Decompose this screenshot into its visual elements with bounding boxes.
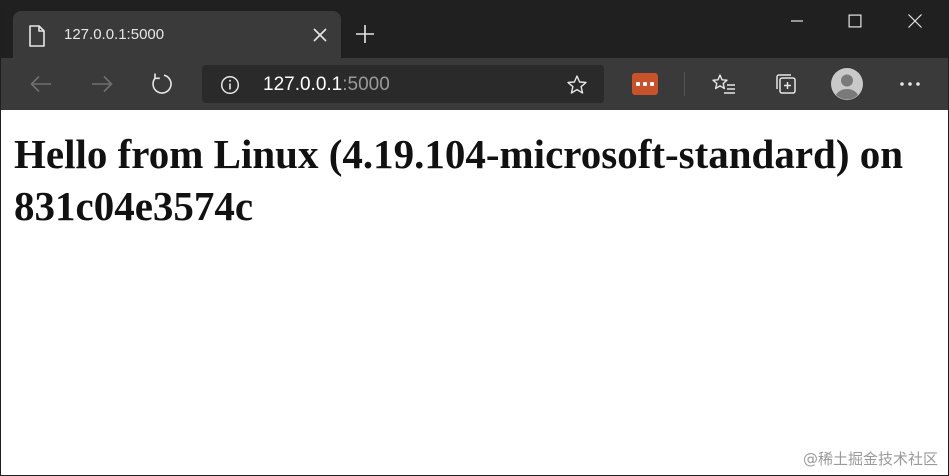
more-icon: [900, 82, 920, 86]
info-icon[interactable]: [220, 75, 240, 95]
refresh-icon: [152, 73, 172, 94]
back-button[interactable]: [27, 70, 55, 98]
extension-icon: [636, 82, 654, 86]
tab-close-icon[interactable]: [312, 27, 328, 43]
page-content: Hello from Linux (4.19.104-microsoft-sta…: [1, 110, 948, 475]
browser-toolbar: 127.0.0.1:5000: [1, 58, 948, 110]
browser-window: 127.0.0.1:5000 127.0.0.1:5000 Hello from…: [0, 0, 949, 476]
star-icon[interactable]: [566, 74, 588, 96]
more-button[interactable]: [896, 70, 924, 98]
url-text[interactable]: 127.0.0.1:5000: [263, 74, 390, 96]
collections-icon: [776, 74, 796, 94]
watermark-text: @稀土掘金技术社区: [802, 450, 938, 468]
close-window-button[interactable]: [890, 1, 940, 41]
favorites-list-icon: [712, 74, 735, 94]
title-bar: 127.0.0.1:5000: [1, 1, 948, 58]
extension-button[interactable]: [632, 73, 658, 95]
maximize-button[interactable]: [830, 1, 880, 41]
profile-button[interactable]: [830, 67, 864, 101]
forward-button[interactable]: [88, 70, 116, 98]
avatar-icon: [831, 68, 863, 100]
tab-title: 127.0.0.1:5000: [64, 26, 165, 43]
minimize-button[interactable]: [772, 1, 822, 41]
refresh-button[interactable]: [148, 70, 176, 98]
url-host: 127.0.0.1: [263, 74, 343, 95]
forward-arrow-icon: [92, 75, 113, 93]
url-port: :5000: [342, 74, 390, 95]
page-icon: [29, 25, 45, 47]
address-bar[interactable]: 127.0.0.1:5000: [202, 65, 604, 103]
back-arrow-icon: [30, 75, 51, 93]
collections-button[interactable]: [772, 70, 800, 98]
page-heading: Hello from Linux (4.19.104-microsoft-sta…: [14, 131, 904, 229]
close-icon: [908, 14, 922, 28]
maximize-icon: [848, 14, 862, 28]
new-tab-plus-icon[interactable]: [354, 23, 376, 45]
minimize-icon: [791, 20, 803, 22]
browser-tab[interactable]: 127.0.0.1:5000: [13, 11, 341, 58]
favorites-button[interactable]: [710, 70, 738, 98]
toolbar-divider: [684, 72, 685, 96]
